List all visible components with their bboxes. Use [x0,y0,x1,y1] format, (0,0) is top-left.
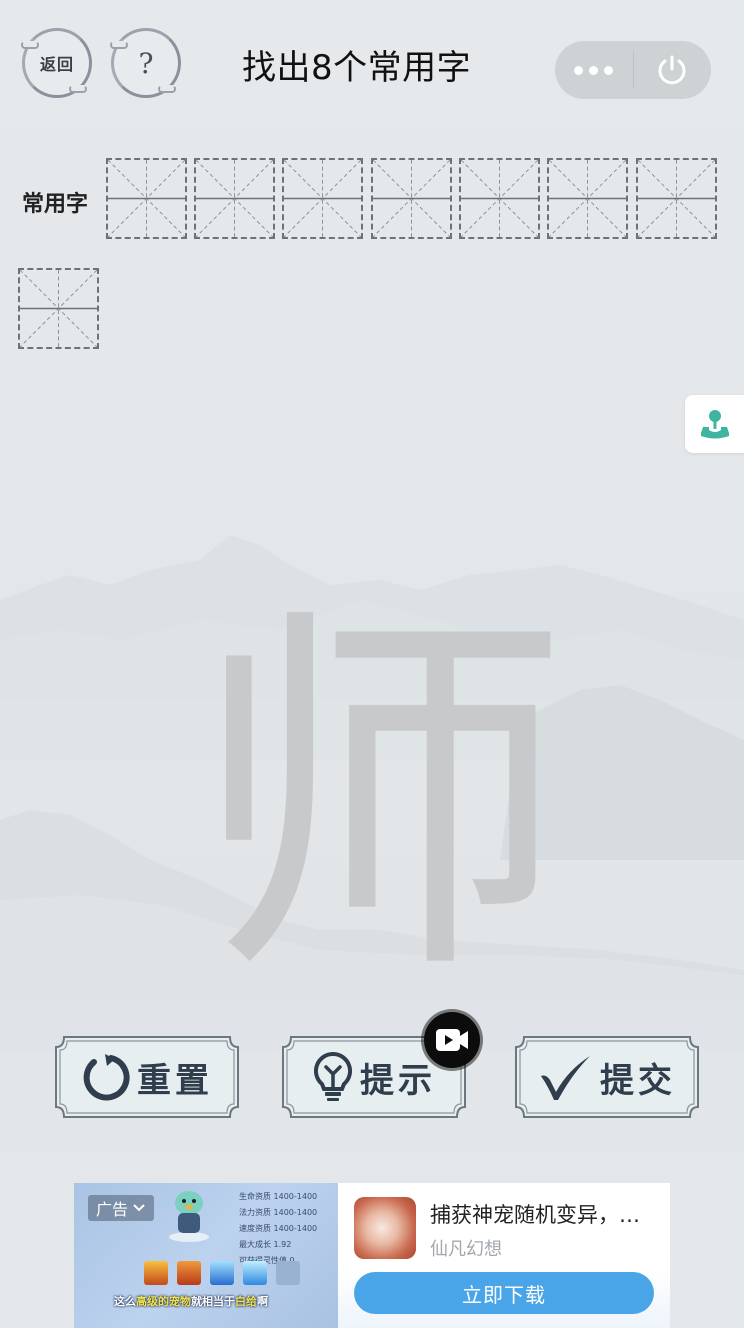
joystick-icon [701,410,729,439]
answer-slot-char [20,270,97,347]
video-icon [436,1029,468,1051]
caption-text: 啊 [257,1295,268,1308]
game-center-float-button[interactable] [685,395,744,453]
ad-stats: 生命资质 1400-1400 法力资质 1400-1400 速度资质 1400-… [239,1189,317,1269]
skill-icon [144,1261,168,1285]
page-title: 找出8个常用字 [242,48,472,88]
submit-button-label: 提交 [600,1060,676,1101]
reset-button-label: 重置 [137,1060,213,1101]
caption-text: 就相当于 [191,1295,235,1308]
answer-slot-char [373,160,450,237]
answer-slot[interactable] [547,158,628,239]
ad-stat-line: 法力资质 1400-1400 [239,1208,318,1217]
answer-slot-char [638,160,715,237]
lightbulb-icon [313,1051,353,1101]
answer-slot-char [461,160,538,237]
ad-tag[interactable]: 广告 [88,1195,155,1221]
ad-caption: 这么高级的宠物就相当于白给啊 [114,1293,268,1309]
skill-icon [210,1261,234,1285]
answer-slot[interactable] [636,158,717,239]
answer-slot[interactable] [106,158,187,239]
help-button[interactable]: ? [110,28,181,98]
puzzle-character[interactable]: 师 [180,600,580,1000]
answer-slot-char [549,160,626,237]
cloud-ornament-icon [110,41,128,49]
caption-highlight: 高级的宠物 [136,1295,191,1308]
more-dots-icon [574,65,614,75]
answer-slot[interactable] [459,158,540,239]
skill-icon [243,1261,267,1285]
hint-button-label: 提示 [360,1060,436,1101]
answer-slot[interactable] [18,268,99,349]
caption-highlight: 白给 [235,1295,257,1308]
back-button[interactable]: 返回 [21,28,92,98]
ad-skill-icons [144,1261,300,1285]
cloud-ornament-icon [69,85,87,93]
ad-stat-line: 生命资质 1400-1400 [239,1192,318,1201]
skill-icon [177,1261,201,1285]
ad-banner[interactable]: 广告 生命资质 1400-1400 法力资质 1400-1400 速度资质 14… [74,1183,670,1328]
answer-slot[interactable] [194,158,275,239]
refresh-icon [83,1054,130,1101]
chevron-down-icon [133,1204,145,1212]
mini-program-capsule [555,41,711,99]
close-button[interactable] [634,41,712,99]
ad-stat-line: 最大成长 1.92 [239,1240,292,1249]
check-icon [541,1056,590,1100]
ad-stat-line: 速度资质 1400-1400 [239,1224,318,1233]
common-chars-label: 常用字 [22,192,89,217]
answer-slot[interactable] [282,158,363,239]
back-button-label: 返回 [39,55,74,74]
reset-button[interactable]: 重置 [52,1033,242,1121]
help-button-label: ? [138,46,154,80]
caption-text: 这么 [114,1295,136,1308]
ad-image[interactable]: 广告 生命资质 1400-1400 法力资质 1400-1400 速度资质 14… [74,1183,338,1328]
more-button[interactable] [555,41,633,99]
answer-slot-char [196,160,273,237]
cloud-ornament-icon [21,41,39,49]
ad-mascot-image [166,1187,212,1243]
submit-button[interactable]: 提交 [512,1033,702,1121]
ad-details: 捕获神宠随机变异，… 仙凡幻想 立即下载 [338,1183,670,1328]
power-icon [658,55,686,85]
ad-tag-label: 广告 [96,1200,129,1219]
answer-slot-char [284,160,361,237]
ad-download-button[interactable]: 立即下载 [354,1272,654,1314]
cloud-ornament-icon [158,85,176,93]
ad-app-name: 仙凡幻想 [430,1239,502,1260]
ad-app-icon[interactable] [354,1197,416,1259]
ad-title[interactable]: 捕获神宠随机变异，… [430,1199,640,1229]
answer-slot-char [108,160,185,237]
skill-icon [276,1261,300,1285]
answer-slot[interactable] [371,158,452,239]
watch-video-badge[interactable] [424,1012,480,1068]
